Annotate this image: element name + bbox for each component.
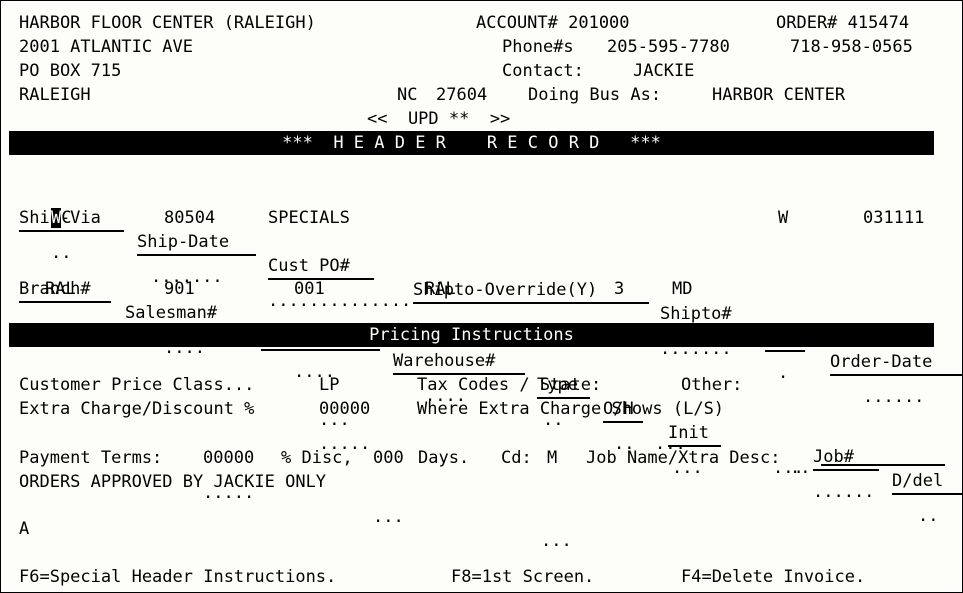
branch-field-markers: .... .... .... .... .. .. ... ...... .. xyxy=(1,288,962,526)
status-char: A xyxy=(19,519,30,539)
phone-primary[interactable]: 205-595-7780 xyxy=(607,35,730,59)
header-line-1: HARBOR FLOOR CENTER (RALEIGH) ACCOUNT# 2… xyxy=(1,11,962,35)
fkey-f8-first-screen[interactable]: F8=1st Screen. xyxy=(451,565,594,589)
shipping-table-header-row: Ship-Via Ship-Date Cust PO# Shipto-Overr… xyxy=(1,182,962,376)
contact-label: Contact: xyxy=(502,61,584,81)
header-line-4: RALEIGH NC 27604 Doing Bus As: HARBOR CE… xyxy=(1,83,962,107)
pricing-line-1-markers: ... ... ... xyxy=(1,384,962,478)
customer-address-line1: 2001 ATLANTIC AVE xyxy=(19,37,193,57)
pricing-instructions-banner: Pricing Instructions xyxy=(9,323,934,347)
payment-terms-markers: ..... ... ... xyxy=(1,457,962,551)
account-number-label: ACCOUNT# 201000 xyxy=(476,13,630,33)
status-line: A xyxy=(1,517,962,541)
header-line-3: PO BOX 715 Contact: JACKIE xyxy=(1,59,962,83)
customer-name: HARBOR FLOOR CENTER (RALEIGH) xyxy=(19,13,316,33)
header-record-banner: *** H E A D E R R E C O R D *** xyxy=(9,131,934,155)
approval-note: ORDERS APPROVED BY JACKIE ONLY xyxy=(19,472,327,492)
dba-label: Doing Bus As: xyxy=(528,85,662,105)
customer-address-line2: PO BOX 715 xyxy=(19,61,122,81)
terminal-screen: HARBOR FLOOR CENTER (RALEIGH) ACCOUNT# 2… xyxy=(0,0,963,593)
shipping-field-markers: .. ....... .............. .. ....... . .… xyxy=(1,217,962,407)
contact-name[interactable]: JACKIE xyxy=(633,59,694,83)
pricing-line-2-markers: ..... .. xyxy=(1,408,962,478)
customer-zip: 27604 xyxy=(436,85,488,105)
approval-note-line: ORDERS APPROVED BY JACKIE ONLY xyxy=(1,470,962,494)
customer-state: NC xyxy=(397,85,418,105)
order-number-label: ORDER# 415474 xyxy=(776,13,910,33)
fkey-f6-special-header-instructions[interactable]: F6=Special Header Instructions. xyxy=(19,565,336,589)
function-key-bar: F6=Special Header Instructions. F8=1st S… xyxy=(1,565,962,589)
dba-name: HARBOR CENTER xyxy=(712,85,846,105)
fkey-f4-delete-invoice[interactable]: F4=Delete Invoice. xyxy=(681,565,865,589)
mode-indicator-line: << UPD ** >> xyxy=(1,107,962,131)
branch-table-header-row: Branch# Salesman# Supplier# Warehouse# T… xyxy=(1,253,962,495)
phones-label: Phone#s xyxy=(502,37,574,57)
header-line-2: 2001 ATLANTIC AVE Phone#s 205-595-7780 7… xyxy=(1,35,962,59)
phone-secondary[interactable]: 718-958-0565 xyxy=(790,35,913,59)
customer-city: RALEIGH xyxy=(19,85,91,105)
update-mode-indicator: << UPD ** >> xyxy=(367,109,511,129)
col-header-warehouse: Warehouse# xyxy=(393,349,525,375)
